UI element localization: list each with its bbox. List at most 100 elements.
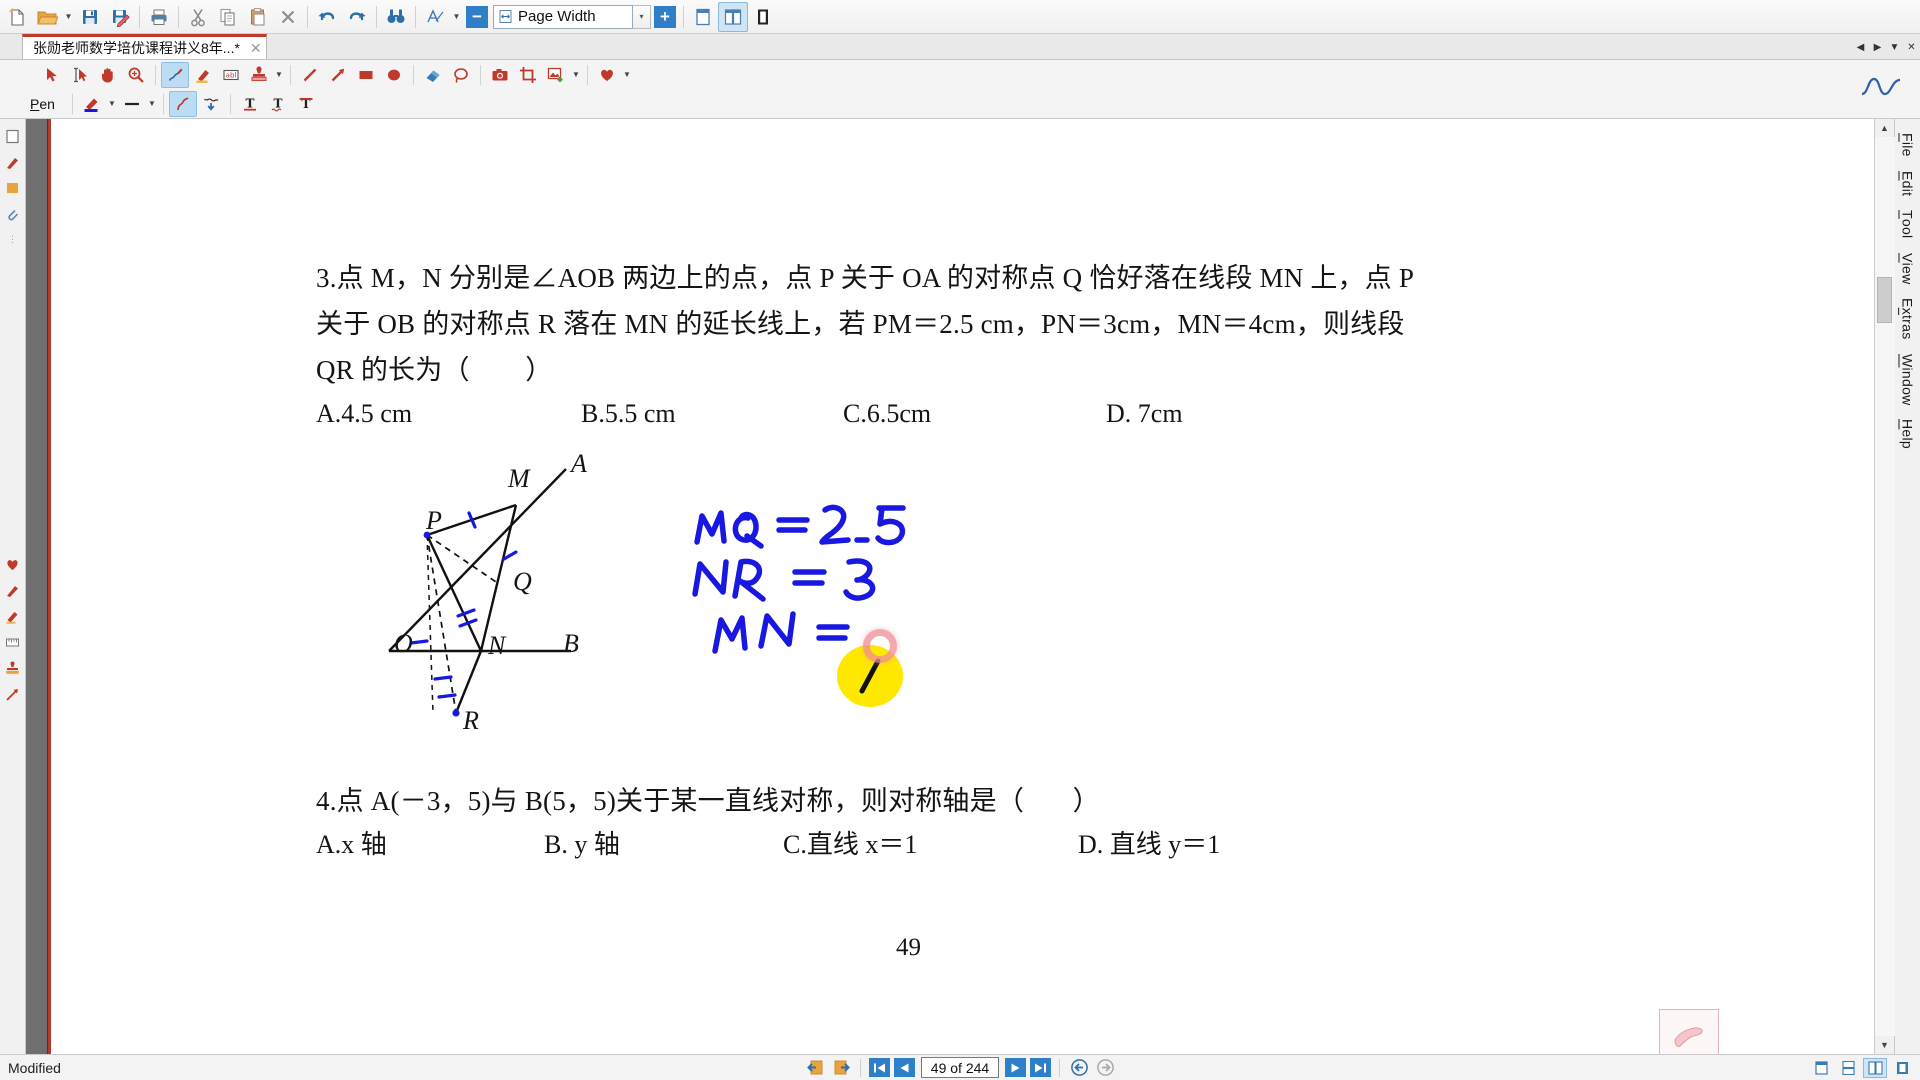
view-mode-continuous-icon[interactable] [1836, 1058, 1860, 1078]
menu-view[interactable]: View [1900, 253, 1916, 285]
highlighter-tool-icon[interactable] [189, 62, 217, 88]
main-toolbar: ▼ ▼ − Page Width ▾ + [0, 0, 1920, 34]
vertical-scroll-track[interactable] [1874, 137, 1895, 1036]
pen-color-caret-icon[interactable]: ▼ [106, 91, 118, 117]
text-underline-icon[interactable]: T [264, 91, 292, 117]
question-4-option-c: C.直线 x＝1 [783, 830, 918, 859]
arrow-tool-icon[interactable] [324, 62, 352, 88]
hand-tool-icon[interactable] [94, 62, 122, 88]
snapshot-tool-icon[interactable] [486, 62, 514, 88]
last-page-icon[interactable] [1030, 1058, 1051, 1077]
rail-attachments-icon[interactable] [2, 201, 24, 227]
rail-favorites-icon[interactable] [2, 551, 24, 577]
zoom-tool-icon[interactable] [420, 2, 450, 32]
previous-page-icon[interactable] [894, 1058, 915, 1077]
menu-tool[interactable]: Tool [1900, 210, 1916, 238]
signature-icon[interactable] [1858, 64, 1904, 110]
rail-measure-icon[interactable] [2, 629, 24, 655]
menu-window[interactable]: Window [1900, 354, 1916, 406]
rail-bookmarks-icon[interactable] [2, 175, 24, 201]
hand-icon [1674, 1027, 1703, 1048]
view-mode-facing-icon[interactable] [1863, 1058, 1887, 1078]
zoom-level-dropdown-caret-icon[interactable]: ▾ [633, 4, 651, 29]
scroll-up-icon[interactable]: ▲ [1875, 119, 1895, 137]
first-page-icon[interactable] [869, 1058, 890, 1077]
open-folder-icon[interactable] [32, 2, 62, 32]
vertical-scroll-thumb[interactable] [1876, 277, 1892, 323]
rail-stamp-icon[interactable] [2, 655, 24, 681]
previous-view-icon[interactable] [804, 1058, 826, 1077]
undo-icon[interactable] [312, 2, 342, 32]
zoom-level-field[interactable]: Page Width [493, 4, 633, 29]
text-format-icon[interactable]: T [236, 91, 264, 117]
copy-icon[interactable] [213, 2, 243, 32]
save-icon[interactable] [75, 2, 105, 32]
tab-close-icon[interactable]: ✕ [1903, 42, 1920, 53]
new-document-icon[interactable] [2, 2, 32, 32]
pen-width-icon[interactable] [118, 91, 146, 117]
text-select-icon[interactable] [66, 62, 94, 88]
pen-color-icon[interactable] [78, 91, 106, 117]
redo-icon[interactable] [342, 2, 372, 32]
vertical-scrollbar[interactable]: ▲ ▼ [1874, 119, 1895, 1054]
document-tab[interactable]: 张勋老师数学培优课程讲义8年...* ✕ [22, 34, 267, 59]
zoom-out-icon[interactable]: − [466, 5, 488, 28]
page-number-input[interactable]: 49 of 244 [921, 1057, 999, 1078]
find-icon[interactable] [381, 2, 411, 32]
select-arrow-icon[interactable] [38, 62, 66, 88]
tab-list-caret-icon[interactable]: ▼ [1886, 42, 1903, 53]
tab-scroll-right-icon[interactable]: ▶ [1869, 42, 1886, 53]
print-icon[interactable] [144, 2, 174, 32]
menu-file[interactable]: File [1900, 133, 1916, 157]
ellipse-tool-icon[interactable] [380, 62, 408, 88]
text-box-icon[interactable]: abl [217, 62, 245, 88]
rail-edit-icon[interactable] [2, 577, 24, 603]
stamp-dropdown-caret-icon[interactable]: ▼ [273, 62, 285, 88]
pen-width-caret-icon[interactable]: ▼ [146, 91, 158, 117]
favorite-heart-icon[interactable] [593, 62, 621, 88]
next-view-icon[interactable] [830, 1058, 852, 1077]
rail-thumbnails-icon[interactable] [2, 123, 24, 149]
rail-highlight-icon[interactable] [2, 603, 24, 629]
menu-help[interactable]: Help [1900, 419, 1916, 449]
lasso-tool-icon[interactable] [447, 62, 475, 88]
tab-scroll-left-icon[interactable]: ◀ [1852, 42, 1869, 53]
view-mode-fullscreen-icon[interactable] [1890, 1058, 1914, 1078]
pen-tool-icon[interactable] [161, 61, 189, 88]
eraser-tool-icon[interactable] [419, 62, 447, 88]
menu-edit[interactable]: Edit [1900, 171, 1916, 196]
zoom-dropdown-caret-icon[interactable]: ▼ [450, 3, 463, 31]
smooth-stroke-icon[interactable] [168, 90, 197, 117]
fill-stroke-icon[interactable] [197, 91, 225, 117]
menu-extras[interactable]: Extras [1900, 298, 1916, 340]
paste-icon[interactable] [243, 2, 273, 32]
save-as-icon[interactable] [105, 2, 135, 32]
next-page-icon[interactable] [1005, 1058, 1026, 1077]
add-image-caret-icon[interactable]: ▼ [570, 62, 582, 88]
add-image-icon[interactable] [542, 62, 570, 88]
page-fit-view-icon[interactable] [748, 2, 778, 32]
page-scroll-area[interactable]: 3.点 M，N 分别是∠AOB 两边上的点，点 P 关于 OA 的对称点 Q 恰… [26, 119, 1874, 1054]
line-tool-icon[interactable] [296, 62, 324, 88]
zoom-magnifier-icon[interactable] [122, 62, 150, 88]
zoom-in-icon[interactable]: + [654, 5, 676, 28]
rail-arrow-icon[interactable] [2, 681, 24, 707]
rectangle-tool-icon[interactable] [352, 62, 380, 88]
view-mode-single-icon[interactable] [1809, 1058, 1833, 1078]
delete-icon[interactable] [273, 2, 303, 32]
cut-icon[interactable] [183, 2, 213, 32]
close-icon[interactable]: ✕ [250, 41, 262, 55]
scroll-down-icon[interactable]: ▼ [1875, 1036, 1895, 1054]
open-dropdown-caret-icon[interactable]: ▼ [62, 3, 75, 31]
favorite-caret-icon[interactable]: ▼ [621, 62, 633, 88]
back-navigation-icon[interactable] [1068, 1058, 1090, 1077]
single-page-view-icon[interactable] [688, 2, 718, 32]
rail-pen-icon[interactable] [2, 149, 24, 175]
page-navigation-controls: 49 of 244 [802, 1055, 1118, 1080]
text-strikeout-icon[interactable]: T [292, 91, 320, 117]
two-page-view-icon[interactable] [718, 1, 748, 32]
pdf-page[interactable]: 3.点 M，N 分别是∠AOB 两边上的点，点 P 关于 OA 的对称点 Q 恰… [48, 119, 1874, 1054]
stamp-tool-icon[interactable] [245, 62, 273, 88]
crop-tool-icon[interactable] [514, 62, 542, 88]
forward-navigation-icon[interactable] [1094, 1058, 1116, 1077]
